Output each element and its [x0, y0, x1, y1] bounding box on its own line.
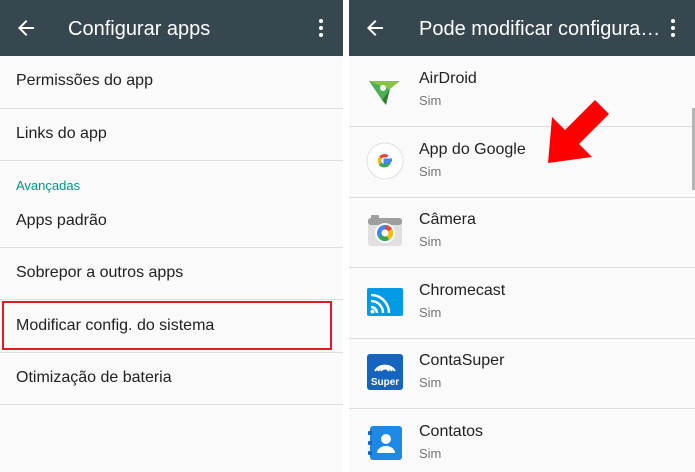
app-name: AirDroid [419, 70, 477, 87]
app-name: Câmera [419, 211, 476, 228]
app-status: Sim [419, 93, 442, 108]
app-status: Sim [419, 305, 442, 320]
divider [0, 404, 343, 405]
highlight-box [2, 301, 332, 350]
chromecast-icon [367, 288, 403, 316]
more-options-icon[interactable] [309, 16, 333, 40]
menu-item-app-links[interactable]: Links do app [0, 109, 343, 161]
contasuper-icon: Super [367, 354, 403, 390]
app-status: Sim [419, 164, 442, 179]
menu-item-label: Sobrepor a outros apps [16, 264, 184, 281]
app-name: App do Google [419, 141, 526, 158]
right-screen: Pode modificar configura… AirDroid Sim A… [349, 0, 695, 472]
right-screen-title: Pode modificar configura… [419, 18, 661, 40]
app-row-contasuper[interactable]: Super ContaSuper Sim [349, 338, 695, 408]
left-app-bar: Configurar apps [0, 0, 343, 56]
red-arrow-icon [548, 100, 609, 163]
google-icon [366, 142, 404, 180]
menu-item-label: Links do app [16, 125, 107, 142]
app-name: Chromecast [419, 282, 506, 299]
menu-item-label: Otimização de bateria [16, 369, 172, 386]
more-options-icon[interactable] [661, 16, 685, 40]
back-arrow-icon[interactable] [363, 16, 387, 40]
app-row-chromecast[interactable]: Chromecast Sim [349, 268, 695, 338]
back-arrow-icon[interactable] [14, 16, 38, 40]
menu-item-default-apps[interactable]: Apps padrão [0, 196, 343, 247]
app-row-google[interactable]: App do Google Sim [349, 127, 695, 197]
camera-icon [368, 215, 402, 246]
left-screen: Configurar apps Permissões do app Links … [0, 0, 343, 472]
app-row-contacts[interactable]: Contatos Sim [349, 409, 695, 472]
menu-item-label: Apps padrão [16, 212, 107, 229]
menu-item-app-permissions[interactable]: Permissões do app [0, 56, 343, 108]
app-status: Sim [419, 234, 442, 249]
app-row-camera[interactable]: Câmera Sim [349, 197, 695, 267]
app-status: Sim [419, 446, 442, 461]
airdroid-icon [369, 81, 400, 105]
menu-item-label: Permissões do app [16, 72, 153, 89]
right-app-bar: Pode modificar configura… [349, 0, 695, 56]
contacts-icon [368, 426, 402, 460]
divider [0, 160, 343, 161]
section-header-advanced: Avançadas [16, 178, 81, 193]
app-row-airdroid[interactable]: AirDroid Sim [349, 56, 695, 126]
contasuper-icon-text: Super [371, 377, 399, 388]
left-screen-title: Configurar apps [68, 18, 211, 40]
app-name: ContaSuper [419, 352, 505, 369]
app-name: Contatos [419, 423, 484, 440]
menu-item-draw-over-apps[interactable]: Sobrepor a outros apps [0, 248, 343, 299]
app-status: Sim [419, 375, 442, 390]
menu-item-battery-optimization[interactable]: Otimização de bateria [0, 353, 343, 404]
